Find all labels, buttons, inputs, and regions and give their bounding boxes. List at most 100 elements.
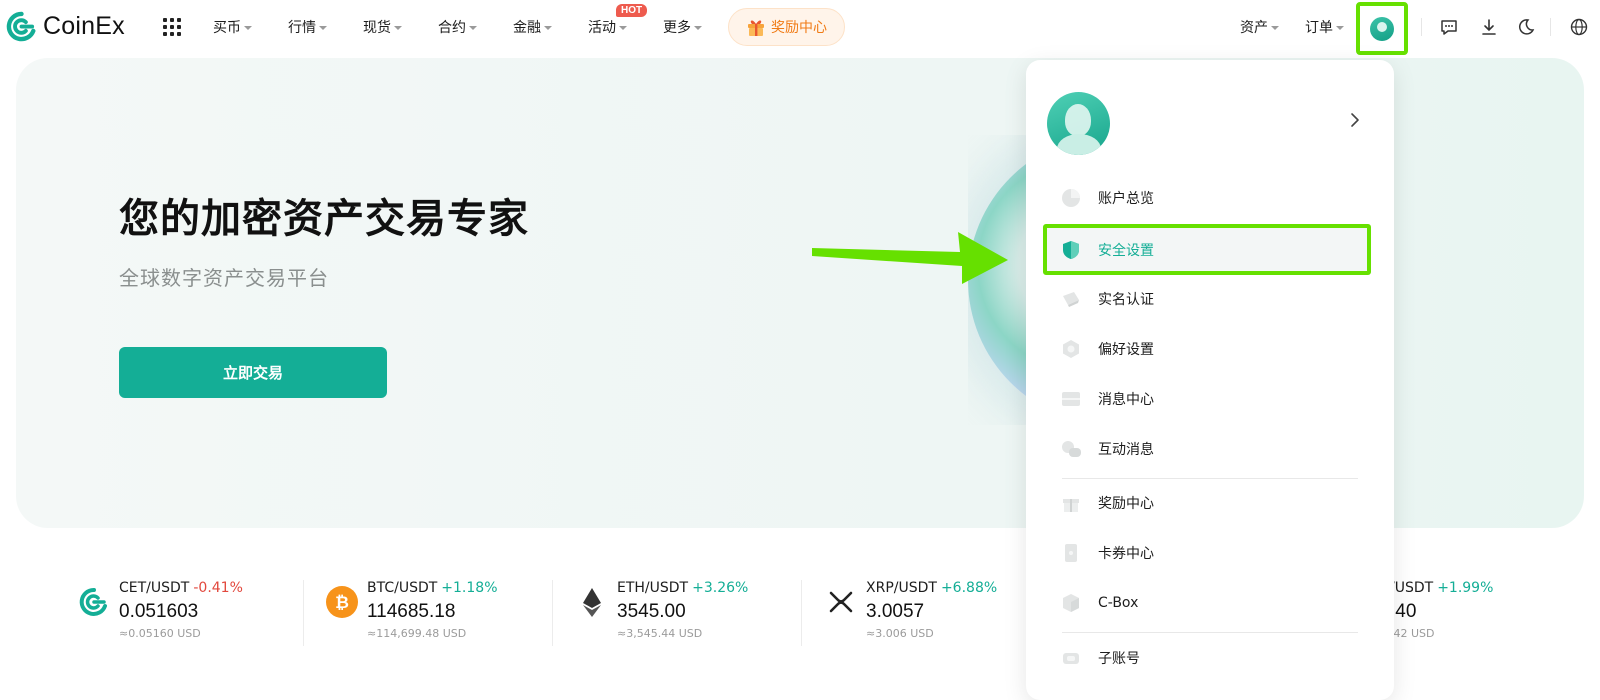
dark-mode-icon[interactable]	[1517, 18, 1535, 36]
avatar-head	[1065, 104, 1091, 136]
chat-icon	[1062, 441, 1081, 457]
sub-account-icon	[1063, 653, 1079, 664]
menu-label: 安全设置	[1098, 242, 1154, 259]
menu-label: 卡券中心	[1098, 546, 1154, 562]
menu-item-identity-verification[interactable]: 实名认证	[1043, 276, 1371, 322]
menu-item-account-overview[interactable]: 账户总览	[1043, 175, 1371, 221]
chevron-down-icon	[1336, 26, 1344, 30]
price-change: +1.18%	[441, 580, 498, 596]
nav-label: 买币	[213, 20, 241, 36]
box-icon	[1063, 594, 1079, 612]
coinex-logo[interactable]: CoinEx	[6, 11, 125, 42]
divider	[801, 580, 802, 646]
gift-icon	[1063, 499, 1079, 512]
hero-title: 您的加密资产交易专家	[119, 196, 529, 242]
ticker-price: 0.051603	[119, 601, 199, 622]
nav-more[interactable]: 更多	[663, 17, 702, 37]
price-change: +1.99%	[1437, 580, 1494, 596]
nav-label: 更多	[663, 20, 691, 36]
menu-item-security-settings[interactable]: 安全设置	[1043, 224, 1371, 275]
reward-center-button[interactable]: 奖励中心	[728, 8, 845, 46]
menu-label: 偏好设置	[1098, 342, 1154, 358]
menu-item-reward-center[interactable]: 奖励中心	[1043, 480, 1371, 526]
pair-name: BTC/USDT	[367, 580, 438, 596]
nav-label: 行情	[288, 20, 316, 36]
divider	[303, 580, 304, 646]
ticker-usd: ≈3,545.44 USD	[617, 627, 703, 640]
gift-icon	[748, 20, 764, 36]
nav-label: 资产	[1240, 20, 1268, 36]
menu-item-coupon-center[interactable]: 卡券中心	[1043, 530, 1371, 576]
avatar-body	[1057, 134, 1101, 155]
top-navbar: CoinEx 买币 行情 现货 合约 金融 活动 HOT 更多 奖励中心 资产 …	[0, 0, 1600, 55]
chevron-down-icon	[694, 26, 702, 30]
trade-now-button[interactable]: 立即交易	[119, 347, 387, 398]
menu-item-preferences[interactable]: 偏好设置	[1043, 326, 1371, 372]
ticker-usd: ≈114,699.48 USD	[367, 627, 467, 640]
nav-activities[interactable]: 活动	[588, 17, 627, 37]
menu-item-sub-account[interactable]: 子账号	[1043, 635, 1371, 681]
nav-label: 合约	[438, 20, 466, 36]
pair-name: /USDT	[1390, 580, 1434, 596]
price-change: -0.41%	[193, 580, 243, 596]
nav-futures[interactable]: 合约	[438, 17, 477, 37]
menu-item-interactive-messages[interactable]: 互动消息	[1043, 426, 1371, 472]
menu-label: 账户总览	[1098, 191, 1154, 207]
menu-item-message-center[interactable]: 消息中心	[1043, 376, 1371, 422]
eth-icon	[583, 588, 601, 617]
menu-item-c-box[interactable]: C-Box	[1043, 580, 1371, 626]
divider	[1550, 18, 1551, 36]
nav-label: 活动	[588, 20, 616, 36]
settings-icon	[1063, 340, 1079, 358]
nav-spot[interactable]: 现货	[363, 17, 402, 37]
ticker-price: 3545.00	[617, 601, 686, 622]
xrp-icon	[829, 591, 853, 613]
globe-language-icon[interactable]	[1570, 18, 1588, 36]
nav-markets[interactable]: 行情	[288, 17, 327, 37]
user-avatar-button[interactable]	[1356, 2, 1408, 55]
ticker-usd: .42 USD	[1390, 627, 1435, 640]
menu-label: 奖励中心	[1098, 496, 1154, 512]
divider	[1062, 632, 1358, 633]
ticker-pair: BTC/USDT +1.18%	[367, 580, 498, 596]
ticker-pair: /USDT +1.99%	[1390, 580, 1493, 596]
pair-name: CET/USDT	[119, 580, 190, 596]
chevron-down-icon	[244, 26, 252, 30]
price-change: +6.88%	[940, 580, 998, 596]
avatar[interactable]	[1047, 92, 1110, 155]
ticker-price: 114685.18	[367, 601, 456, 622]
nav-label: 订单	[1305, 20, 1333, 36]
pie-chart-icon	[1062, 189, 1080, 207]
download-icon[interactable]	[1480, 18, 1498, 36]
coinex-logo-icon	[6, 11, 36, 42]
nav-assets[interactable]: 资产	[1240, 17, 1279, 37]
apps-grid-icon[interactable]	[163, 18, 181, 36]
divider	[552, 580, 553, 646]
inbox-icon	[1062, 392, 1080, 406]
nav-buy-crypto[interactable]: 买币	[213, 17, 252, 37]
chevron-down-icon	[544, 26, 552, 30]
hero-subtitle: 全球数字资产交易平台	[119, 266, 329, 290]
btc-icon: ₿	[326, 586, 358, 618]
menu-label: 实名认证	[1098, 292, 1154, 308]
menu-label: 子账号	[1098, 651, 1140, 667]
nav-label: 现货	[363, 20, 391, 36]
nav-orders[interactable]: 订单	[1305, 17, 1344, 37]
chevron-down-icon	[319, 26, 327, 30]
divider	[1062, 478, 1358, 479]
nav-finance[interactable]: 金融	[513, 17, 552, 37]
chevron-down-icon	[619, 26, 627, 30]
menu-label: 互动消息	[1098, 442, 1154, 458]
nav-label: 金融	[513, 20, 541, 36]
menu-label: 消息中心	[1098, 392, 1154, 408]
message-icon[interactable]	[1440, 18, 1458, 36]
id-card-icon	[1063, 292, 1079, 307]
pair-name: ETH/USDT	[617, 580, 689, 596]
chevron-right-icon[interactable]	[1349, 112, 1361, 128]
hot-badge: HOT	[616, 4, 648, 17]
chevron-down-icon	[394, 26, 402, 30]
ticker-pair: ETH/USDT +3.26%	[617, 580, 748, 596]
annotation-arrow-icon	[812, 232, 1008, 284]
user-menu-dropdown: 账户总览 安全设置 实名认证 偏好设置 消息中心 互动消息 奖励中心 卡券中心 …	[1026, 60, 1394, 700]
pair-name: XRP/USDT	[866, 580, 937, 596]
